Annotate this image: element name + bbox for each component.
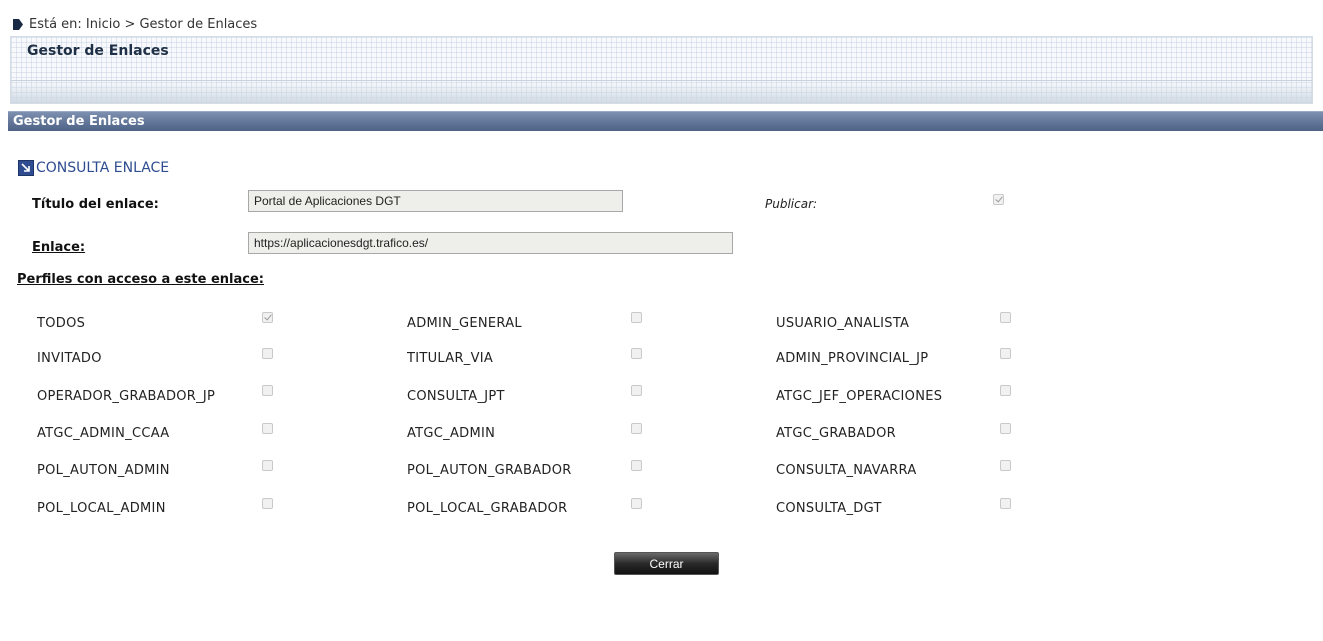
profile-checkbox-consulta-navarra[interactable] (1000, 460, 1011, 471)
breadcrumb-text: Está en: Inicio > Gestor de Enlaces (29, 16, 258, 32)
profile-checkbox-pol-auton-admin[interactable] (262, 460, 273, 471)
profile-label: POL_AUTON_GRABADOR (407, 463, 572, 478)
profile-label: POL_LOCAL_ADMIN (37, 501, 166, 516)
profile-label: ATGC_ADMIN_CCAA (37, 426, 170, 441)
profile-checkbox-atgc-grabador[interactable] (1000, 423, 1011, 434)
page-header-panel: Gestor de Enlaces (10, 36, 1313, 104)
form-heading-text: CONSULTA ENLACE (36, 160, 170, 176)
profile-checkbox-pol-auton-grabador[interactable] (631, 460, 642, 471)
profile-label: TITULAR_VIA (407, 351, 494, 366)
profile-label: USUARIO_ANALISTA (776, 316, 910, 331)
profile-checkbox-admin-provincial-jp[interactable] (1000, 348, 1011, 359)
profile-checkbox-consulta-jpt[interactable] (631, 385, 642, 396)
perfiles-label: Perfiles con acceso a este enlace: (17, 272, 264, 287)
section-title: Gestor de Enlaces (13, 114, 145, 129)
profile-label: ADMIN_PROVINCIAL_JP (776, 351, 929, 366)
profile-label: POL_AUTON_ADMIN (37, 463, 170, 478)
profile-checkbox-pol-local-admin[interactable] (262, 498, 273, 509)
profile-label: POL_LOCAL_GRABADOR (407, 501, 568, 516)
publicar-label: Publicar: (765, 197, 818, 211)
profile-checkbox-titular-via[interactable] (631, 348, 642, 359)
profile-checkbox-atgc-admin[interactable] (631, 423, 642, 434)
page-title: Gestor de Enlaces (27, 43, 169, 59)
profile-label: INVITADO (37, 351, 102, 366)
profile-checkbox-todos[interactable] (262, 312, 273, 323)
header-bottom-shade (11, 80, 1312, 103)
profile-checkbox-pol-local-grabador[interactable] (631, 498, 642, 509)
profile-checkbox-operador-grabador-jp[interactable] (262, 385, 273, 396)
profile-label: ADMIN_GENERAL (407, 316, 522, 331)
publicar-checkbox[interactable] (993, 194, 1004, 205)
profile-checkbox-admin-general[interactable] (631, 312, 642, 323)
breadcrumb-arrow-icon (12, 18, 23, 30)
profile-label: ATGC_ADMIN (407, 426, 496, 441)
breadcrumb: Está en: Inicio > Gestor de Enlaces (12, 15, 257, 33)
profile-label: OPERADOR_GRABADOR_JP (37, 389, 216, 404)
profile-checkbox-usuario-analista[interactable] (1000, 312, 1011, 323)
section-title-bar: Gestor de Enlaces (8, 111, 1323, 131)
profile-checkbox-atgc-jef-operaciones[interactable] (1000, 385, 1011, 396)
profile-label: CONSULTA_JPT (407, 389, 505, 404)
profile-label: CONSULTA_DGT (776, 501, 882, 516)
profile-checkbox-consulta-dgt[interactable] (1000, 498, 1011, 509)
profile-checkbox-invitado[interactable] (262, 348, 273, 359)
profile-checkbox-atgc-admin-ccaa[interactable] (262, 423, 273, 434)
cerrar-button[interactable]: Cerrar (614, 552, 719, 575)
profile-label: ATGC_GRABADOR (776, 426, 896, 441)
profile-label: CONSULTA_NAVARRA (776, 463, 917, 478)
arrow-box-icon (18, 160, 34, 176)
profile-label: ATGC_JEF_OPERACIONES (776, 389, 943, 404)
titulo-field[interactable]: Portal de Aplicaciones DGT (248, 190, 623, 212)
enlace-field[interactable]: https://aplicacionesdgt.trafico.es/ (248, 232, 733, 254)
profile-label: TODOS (37, 316, 86, 331)
form-heading: CONSULTA ENLACE (18, 160, 169, 176)
enlace-label: Enlace: (32, 240, 86, 255)
titulo-label: Título del enlace: (32, 197, 159, 212)
